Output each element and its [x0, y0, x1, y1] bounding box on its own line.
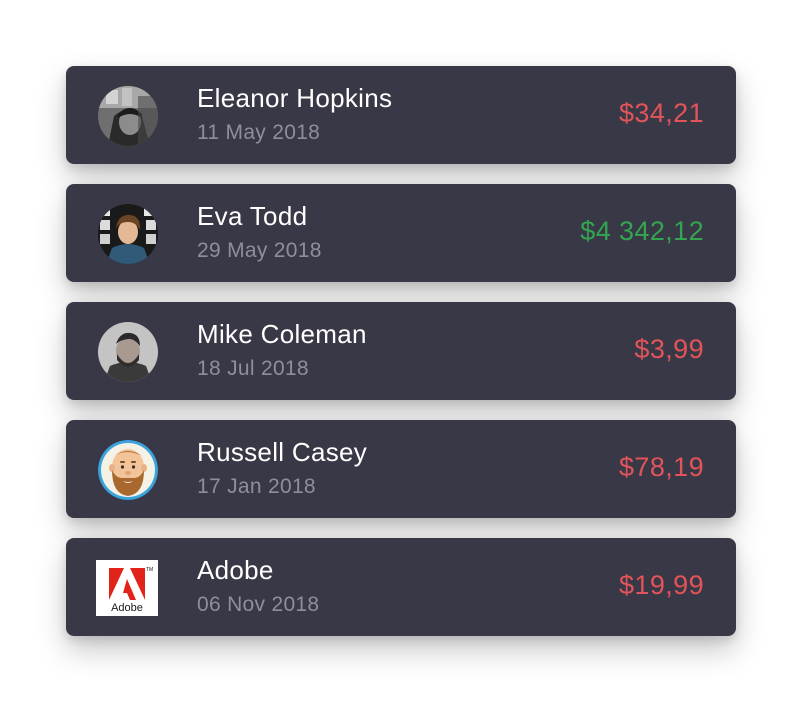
transaction-name: Russell Casey	[197, 437, 368, 467]
transaction-date: 11 May 2018	[197, 121, 321, 144]
transaction-row-russell-casey[interactable]: Russell Casey 17 Jan 2018 $78,19	[66, 420, 736, 518]
transaction-row-adobe[interactable]: TM Adobe Adobe 06 Nov 2018 $19,99	[66, 538, 736, 636]
adobe-logo-icon: TM Adobe	[96, 560, 158, 616]
transaction-date: 29 May 2018	[197, 239, 322, 262]
transaction-name: Eleanor Hopkins	[197, 83, 393, 113]
transaction-amount: $3,99	[634, 334, 704, 364]
transaction-date: 18 Jul 2018	[197, 357, 309, 380]
svg-text:TM: TM	[146, 567, 153, 573]
transaction-date: 06 Nov 2018	[197, 593, 320, 616]
transaction-row-mike-coleman[interactable]: Mike Coleman 18 Jul 2018 $3,99	[66, 302, 736, 400]
transaction-amount: $78,19	[619, 452, 704, 482]
avatar	[98, 322, 158, 382]
transaction-amount: $34,21	[619, 98, 704, 128]
transaction-name: Adobe	[197, 555, 274, 585]
transaction-row-eva-todd[interactable]: Eva Todd 29 May 2018 $4 342,12	[66, 184, 736, 282]
transaction-date: 17 Jan 2018	[197, 475, 316, 498]
avatar	[98, 204, 158, 264]
transaction-name: Eva Todd	[197, 201, 308, 231]
transaction-name: Mike Coleman	[197, 319, 367, 349]
svg-text:Adobe: Adobe	[111, 602, 143, 614]
avatar	[98, 440, 158, 500]
avatar	[98, 86, 158, 146]
transaction-amount: $4 342,12	[580, 216, 704, 246]
transaction-row-eleanor-hopkins[interactable]: Eleanor Hopkins 11 May 2018 $34,21	[66, 66, 736, 164]
transaction-amount: $19,99	[619, 570, 704, 600]
transaction-list: Eleanor Hopkins 11 May 2018 $34,21 Eva T…	[66, 66, 736, 656]
